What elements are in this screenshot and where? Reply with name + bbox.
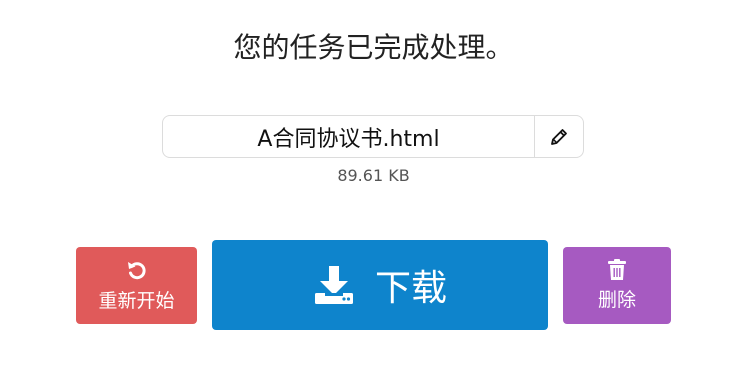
delete-button[interactable]: 删除 (563, 247, 671, 324)
edit-filename-button[interactable] (535, 116, 583, 157)
restart-label: 重新开始 (98, 290, 175, 312)
download-button[interactable]: 下载 (212, 240, 548, 330)
file-size: 89.61 KB (337, 166, 410, 185)
delete-label: 删除 (597, 289, 636, 311)
filename-field: A合同协议书.html (162, 115, 584, 158)
restart-button[interactable]: 重新开始 (76, 247, 197, 324)
download-label: 下载 (374, 268, 447, 309)
pencil-icon (549, 127, 569, 147)
page-title: 您的任务已完成处理。 (233, 31, 514, 64)
filename-text[interactable]: A合同协议书.html (163, 116, 535, 157)
undo-icon (125, 258, 149, 282)
download-icon (313, 264, 355, 306)
trash-icon (607, 259, 627, 281)
